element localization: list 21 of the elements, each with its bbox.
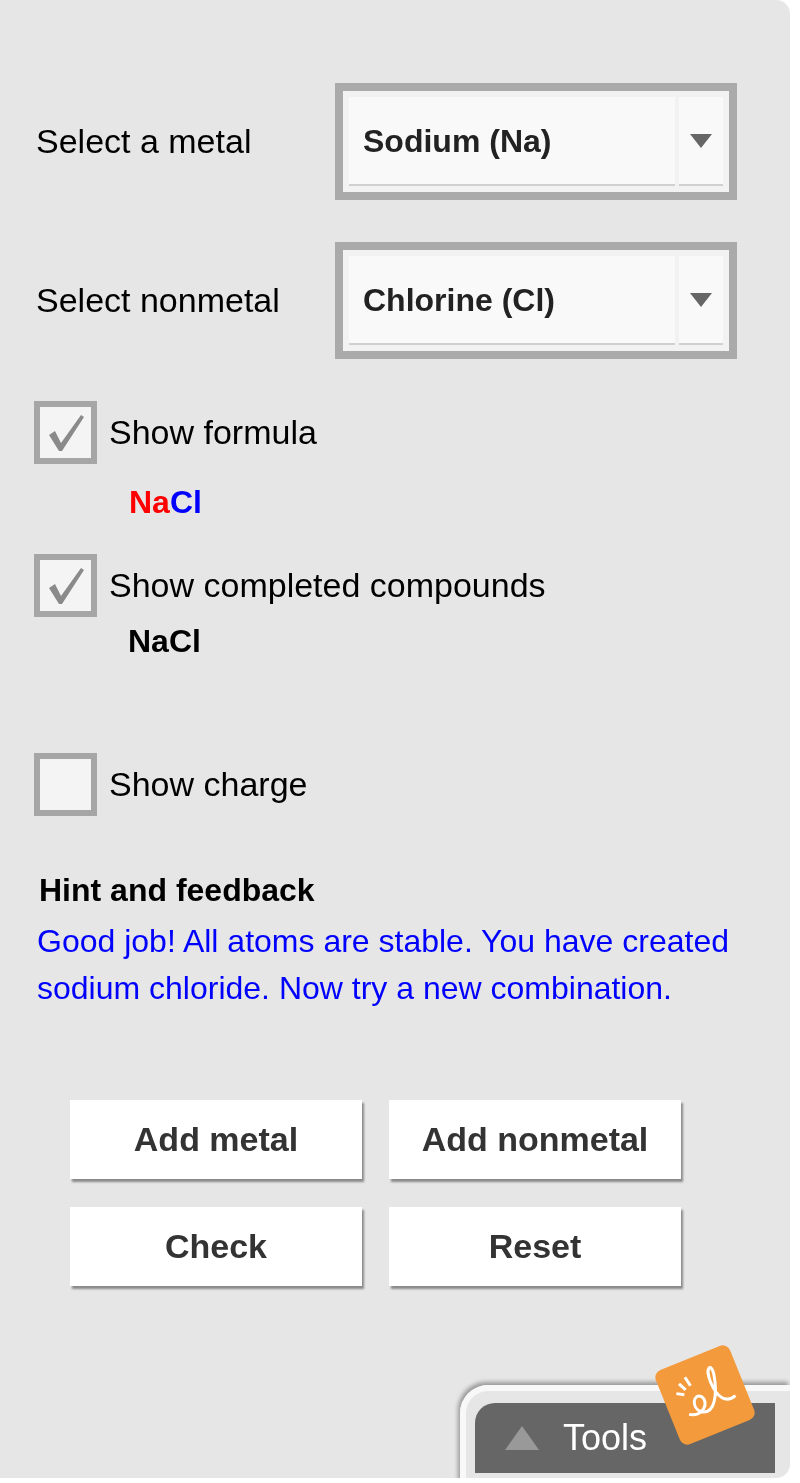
formula-text: NaCl <box>128 483 203 522</box>
checkbox[interactable] <box>34 401 97 464</box>
caret-icon <box>690 292 712 307</box>
hint-heading: Hint and feedback <box>38 871 316 910</box>
action-button[interactable]: Reset <box>389 1207 681 1286</box>
checkbox-label: Show formula <box>109 412 317 453</box>
compound-text: NaCl <box>128 622 202 661</box>
caret-icon <box>690 133 712 148</box>
triangle-up-icon <box>505 1426 539 1450</box>
checkbox[interactable] <box>34 554 97 617</box>
select-label: Select nonmetal <box>36 280 281 321</box>
checkbox-label: Show charge <box>109 764 308 805</box>
action-button[interactable]: Add nonmetal <box>389 1100 681 1179</box>
dropdown[interactable]: Chlorine (Cl) <box>335 242 737 359</box>
action-button[interactable]: Add metal <box>70 1100 362 1179</box>
select-label: Select a metal <box>36 121 253 162</box>
checkbox[interactable] <box>34 753 97 816</box>
action-button[interactable]: Check <box>70 1207 362 1286</box>
dropdown[interactable]: Sodium (Na) <box>335 83 737 200</box>
feedback-text: Good job! All atoms are stable. You have created sodium chloride. Now try a new combination. <box>37 922 730 1008</box>
checkbox-label: Show completed compounds <box>109 565 546 606</box>
